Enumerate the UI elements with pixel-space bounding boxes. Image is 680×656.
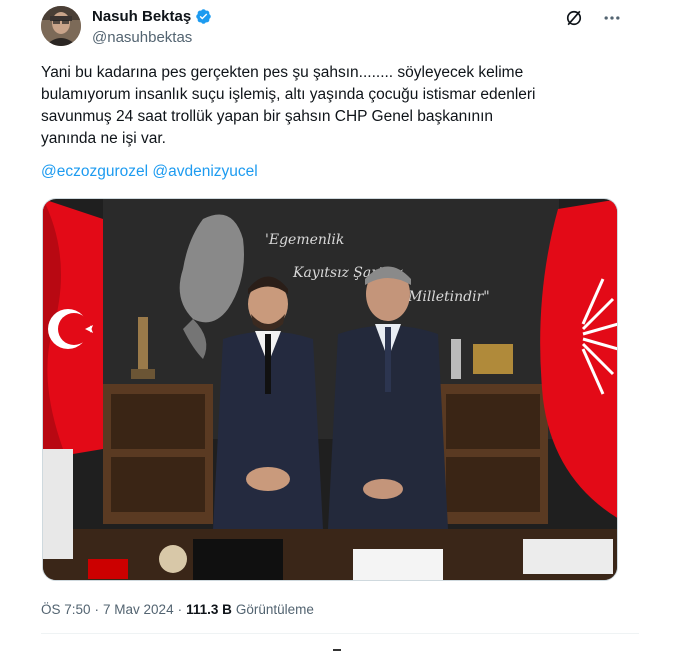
tweet-mentions: @eczozgurozel @avdenizyucel: [41, 161, 258, 183]
mention-link[interactable]: @eczozgurozel: [41, 163, 148, 180]
tweet-meta: ÖS 7:50 · 7 Mav 2024 · 111.3 B Görüntüle…: [41, 602, 314, 617]
photo-image: 'Egemenlik Kayıtsız Şartsız Milletindir": [43, 199, 617, 580]
tweet-text-line: savunmuş 24 saat trollük yapan bir şahsı…: [41, 108, 494, 125]
tweet-date[interactable]: 7 Mav 2024: [103, 602, 174, 617]
mention-link[interactable]: @avdenizyucel: [152, 163, 257, 180]
tweet-photo[interactable]: 'Egemenlik Kayıtsız Şartsız Milletindir": [42, 198, 618, 581]
verified-badge-icon: [195, 8, 212, 25]
views-label: Görüntüleme: [235, 602, 314, 617]
grok-icon[interactable]: [564, 8, 584, 28]
more-icon[interactable]: [602, 8, 622, 28]
author-handle[interactable]: @nasuhbektas: [92, 29, 192, 46]
meta-separator: ·: [94, 602, 100, 617]
author-display-name[interactable]: Nasuh Bektaş: [92, 8, 191, 25]
tweet-text-line: bulamıyorum insanlık suçu işlemiş, altı …: [41, 86, 536, 103]
divider: [41, 633, 639, 634]
views-count[interactable]: 111.3 B: [186, 602, 232, 617]
wall-text: Milletindir": [407, 289, 490, 305]
tweet-text: Yani bu kadarına pes gerçekten pes şu şa…: [41, 62, 641, 150]
tweet-card: Nasuh Bektaş @nasuhbektas Yani bu kadarı…: [0, 0, 680, 656]
bottom-mark: [333, 649, 341, 651]
author-name-row: Nasuh Bektaş: [92, 8, 212, 25]
header-actions: [564, 8, 622, 28]
tweet-time[interactable]: ÖS 7:50: [41, 602, 91, 617]
tweet-text-line: yanında ne işi var.: [41, 130, 166, 147]
avatar-image: [41, 6, 81, 46]
author-avatar[interactable]: [41, 6, 81, 46]
wall-text: 'Egemenlik: [265, 232, 344, 248]
tweet-text-line: Yani bu kadarına pes gerçekten pes şu şa…: [41, 64, 524, 81]
meta-separator: ·: [177, 602, 183, 617]
